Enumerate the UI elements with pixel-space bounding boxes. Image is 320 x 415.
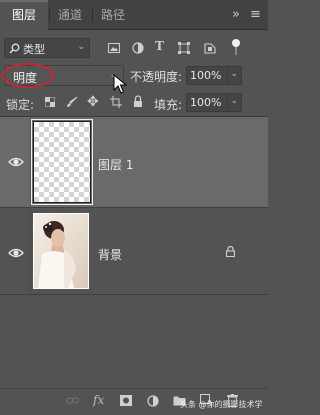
smart-object-filter-icon[interactable] (204, 41, 216, 54)
lock-position-icon[interactable]: ✥ (87, 94, 99, 110)
watermark: 头条 @你的摄影技术学 (180, 400, 263, 409)
opacity-value: 100% (190, 69, 222, 82)
fill-label: 填充: (154, 98, 183, 112)
mask-icon[interactable] (120, 395, 132, 406)
tab-channels[interactable]: 通道 (52, 0, 88, 29)
text-filter-icon[interactable]: T (155, 39, 164, 53)
layer-thumbnail-photo (33, 213, 89, 289)
lock-label: 锁定: (6, 98, 35, 112)
fx-icon[interactable]: fx (93, 393, 104, 407)
filter-kind-label: 类型 (23, 43, 45, 56)
shape-filter-icon[interactable] (178, 42, 190, 54)
layers-bottom-bar: fx 头条 @你的摄影技术学 (0, 388, 268, 415)
bride-photo-thumbnail (34, 214, 88, 288)
lock-icon (226, 246, 235, 257)
lock-paint-icon[interactable] (66, 96, 78, 108)
layers-list: 图层 1 背景 (0, 116, 268, 388)
fill-dropdown-divider (227, 94, 228, 111)
layer-thumbnail-transparent (31, 119, 93, 205)
lock-artboard-icon[interactable] (110, 96, 122, 108)
panel-tab-bar: 图层 通道 路径 » ≡ (0, 0, 268, 30)
collapse-icon[interactable]: » (232, 7, 240, 22)
search-icon (9, 43, 20, 54)
eye-icon[interactable] (8, 155, 24, 169)
layer-name[interactable]: 图层 1 (98, 156, 133, 173)
lock-transparent-icon[interactable] (45, 97, 55, 107)
panel-menu-icon[interactable]: ≡ (250, 7, 261, 22)
fill-value: 100% (190, 96, 222, 109)
chevron-down-icon[interactable]: ⌄ (230, 96, 238, 106)
thumbnail-selection-frame (31, 119, 93, 205)
tab-paths[interactable]: 路径 (95, 0, 131, 29)
eye-icon[interactable] (8, 246, 24, 260)
fill-field[interactable]: 100% ⌄ (186, 93, 242, 112)
layer-row-layer1[interactable]: 图层 1 (0, 117, 268, 208)
lock-all-icon[interactable] (133, 95, 143, 108)
blend-row: 明度 ⌄ 不透明度: 100% ⌄ (0, 63, 268, 94)
image-filter-icon[interactable] (108, 43, 120, 53)
chevron-down-icon: ⌄ (77, 42, 85, 52)
opacity-label: 不透明度: (130, 70, 183, 84)
annotation-circle (2, 63, 54, 88)
filter-kind-dropdown[interactable]: 类型 ⌄ (4, 38, 90, 58)
tab-layers[interactable]: 图层 (0, 0, 48, 30)
adjustment-filter-icon[interactable] (132, 42, 144, 54)
layer-divider (30, 208, 31, 295)
opacity-field[interactable]: 100% ⌄ (186, 66, 242, 85)
opacity-dropdown-divider (227, 67, 228, 84)
tab-divider (49, 8, 50, 22)
layer-row-background[interactable]: 背景 (0, 208, 268, 295)
chevron-down-icon[interactable]: ⌄ (230, 69, 238, 79)
toggle-filter-icon[interactable] (232, 39, 240, 55)
mouse-cursor-icon (113, 74, 127, 94)
link-icon[interactable] (66, 397, 79, 405)
tab-divider (92, 8, 93, 22)
adjustment-icon[interactable] (147, 395, 159, 407)
filter-row: 类型 ⌄ T (0, 36, 268, 60)
lock-row: 锁定: ✥ 填充: 100% ⌄ (0, 92, 268, 114)
layer-name[interactable]: 背景 (98, 246, 122, 263)
